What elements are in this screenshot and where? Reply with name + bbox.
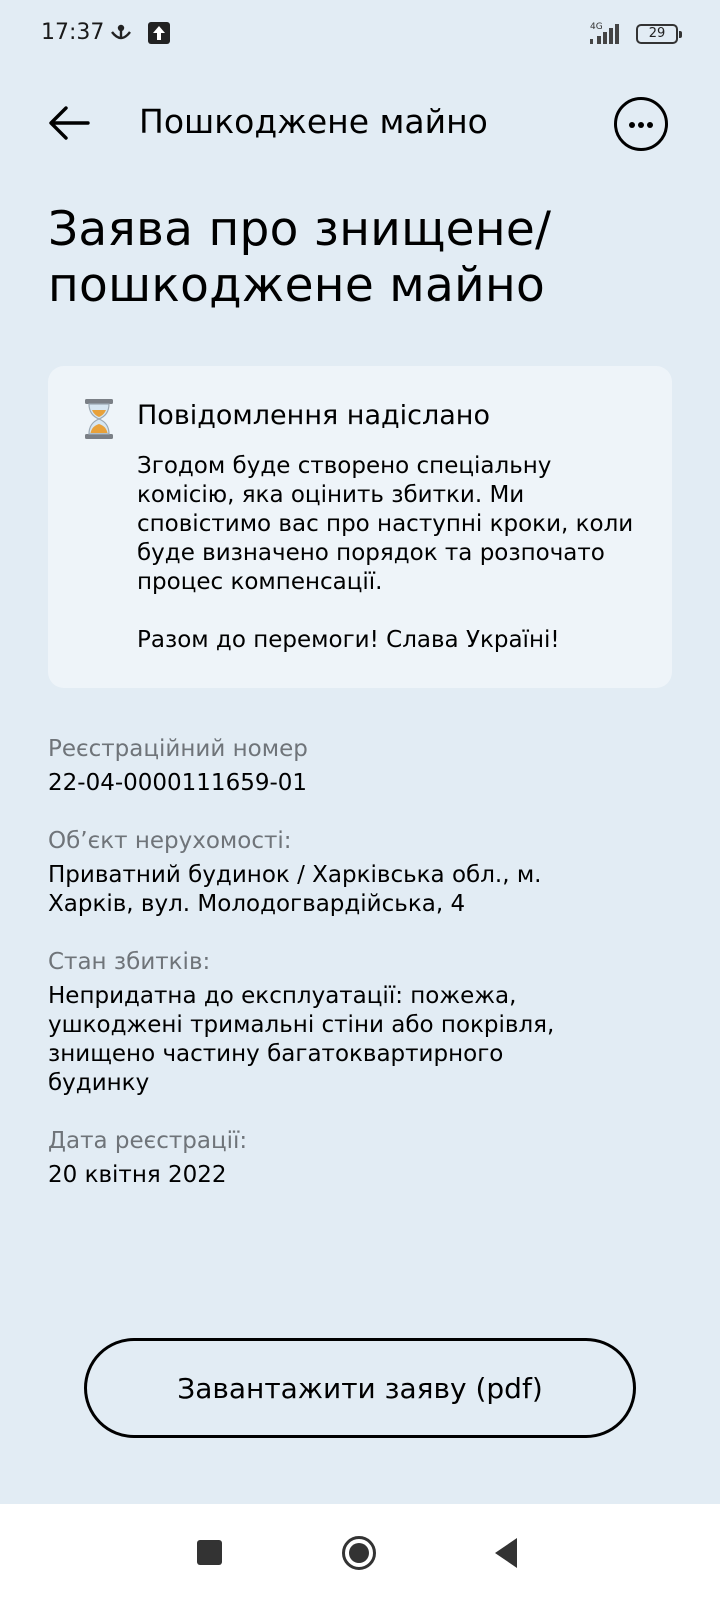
status-time: 17:37 [41, 20, 105, 45]
home-icon[interactable] [341, 1535, 377, 1571]
status-bar: 17:37 4G 29 [0, 0, 720, 70]
usb-debug-icon [111, 24, 131, 40]
notice-card: Повідомлення надіслано Згодом буде створ… [48, 366, 672, 688]
signal-icon: 4G [590, 22, 619, 44]
notice-text: Згодом буде створено спеціальну комісію,… [137, 452, 647, 655]
details-section: Реєстраційний номер 22-04-0000111659-01 … [48, 733, 678, 1217]
detail-value: Приватний будинок / Харківська обл., м. … [48, 862, 542, 917]
battery-level: 29 [648, 26, 666, 41]
notice-body: Згодом буде створено спеціальну комісію,… [137, 453, 634, 595]
download-pdf-button[interactable]: Завантажити заяву (pdf) [84, 1338, 636, 1438]
header-title: Пошкоджене майно [139, 102, 488, 141]
hourglass-icon [85, 399, 113, 439]
back-triangle-icon[interactable] [493, 1538, 517, 1568]
more-dots-icon[interactable] [614, 97, 668, 151]
detail-label: Об’єкт нерухомості: [48, 828, 292, 854]
detail-value: 22-04-0000111659-01 [48, 770, 308, 796]
system-nav-bar [0, 1504, 720, 1600]
detail-registration-number: Реєстраційний номер 22-04-0000111659-01 [48, 733, 678, 798]
detail-label: Реєстраційний номер [48, 736, 308, 762]
detail-value: 20 квітня 2022 [48, 1162, 227, 1188]
detail-value: Непридатна до експлуатації: пожежа, ушко… [48, 983, 555, 1096]
detail-damage-state: Стан збитків: Непридатна до експлуатації… [48, 946, 678, 1098]
notice-closing: Разом до перемоги! Слава Україні! [137, 627, 560, 653]
app-header: Пошкоджене майно [0, 90, 720, 156]
notice-title: Повідомлення надіслано [137, 400, 490, 431]
arrow-left-icon[interactable] [44, 98, 94, 148]
recent-apps-icon[interactable] [197, 1540, 222, 1565]
network-label: 4G [590, 22, 603, 32]
detail-property: Об’єкт нерухомості: Приватний будинок / … [48, 825, 678, 919]
detail-label: Дата реєстрації: [48, 1128, 248, 1154]
detail-label: Стан збитків: [48, 949, 211, 975]
detail-registration-date: Дата реєстрації: 20 квітня 2022 [48, 1125, 678, 1190]
battery-icon: 29 [636, 24, 682, 44]
page-title: Заява про знищене/ пошкоджене майно [48, 202, 552, 313]
upload-icon [148, 22, 170, 44]
